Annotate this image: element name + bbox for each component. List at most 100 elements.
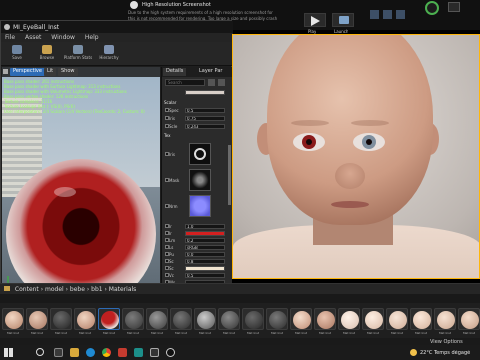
view-options-icon[interactable] bbox=[208, 79, 215, 86]
asset-thumbnail[interactable] bbox=[314, 308, 336, 330]
asset-thumbnail[interactable] bbox=[458, 308, 480, 330]
app-dark-icon[interactable] bbox=[150, 348, 159, 357]
texture-section: Tex bbox=[164, 133, 171, 138]
asset-thumbnail[interactable] bbox=[362, 308, 384, 330]
param-value[interactable]: 0.5 bbox=[185, 108, 225, 113]
window-button-icon[interactable] bbox=[448, 2, 460, 12]
character-brow-right bbox=[351, 120, 389, 126]
breadcrumb-content[interactable]: Content bbox=[15, 286, 39, 293]
compile-icon[interactable] bbox=[383, 10, 392, 19]
asset-thumbnail[interactable] bbox=[2, 308, 24, 330]
param-label: Lm bbox=[169, 238, 176, 243]
material-ball bbox=[125, 311, 143, 329]
search-icon[interactable] bbox=[36, 348, 44, 356]
param-label: Pu bbox=[169, 252, 174, 257]
details-scrollbar[interactable] bbox=[228, 145, 231, 205]
asset-thumbnail[interactable] bbox=[170, 308, 192, 330]
asset-thumbnail[interactable] bbox=[338, 308, 360, 330]
unreal-engine-icon[interactable] bbox=[166, 348, 175, 357]
viewport-menu-icon[interactable] bbox=[3, 69, 8, 74]
asset-thumbnail[interactable] bbox=[434, 308, 456, 330]
iris-color-swatch[interactable] bbox=[185, 231, 225, 236]
mask-texture-thumbnail[interactable] bbox=[189, 169, 211, 191]
play-button[interactable] bbox=[304, 13, 326, 27]
material-ball bbox=[101, 311, 119, 329]
preview-viewport[interactable]: Perspective Lit Show Base pass shader: 2… bbox=[2, 67, 160, 289]
tab-show[interactable]: Show bbox=[58, 68, 78, 76]
menu-window[interactable]: Window bbox=[51, 34, 75, 41]
param-row: Scle 0.243 bbox=[165, 123, 231, 130]
breadcrumb-bb1[interactable]: bb1 bbox=[91, 286, 102, 293]
save-button[interactable]: Save bbox=[3, 44, 31, 64]
asset-thumbnail[interactable] bbox=[194, 308, 216, 330]
task-view-icon[interactable] bbox=[54, 348, 63, 357]
material-ball bbox=[365, 311, 383, 329]
tab-layer-parameters[interactable]: Layer Par bbox=[196, 68, 225, 76]
param-value[interactable]: sRGB bbox=[185, 245, 225, 250]
file-explorer-icon[interactable] bbox=[70, 348, 79, 357]
param-value[interactable]: 0.0 bbox=[185, 252, 225, 257]
asset-thumbnail[interactable] bbox=[146, 308, 168, 330]
iris-texture-thumbnail[interactable] bbox=[189, 143, 211, 165]
windows-start-icon[interactable] bbox=[4, 348, 13, 357]
asset-thumbnail[interactable] bbox=[74, 308, 96, 330]
asset-thumbnail[interactable] bbox=[386, 308, 408, 330]
settings-icon[interactable] bbox=[396, 10, 405, 19]
texture-label: Iris bbox=[169, 152, 176, 157]
folder-icon bbox=[4, 286, 10, 291]
albedo-swatch[interactable] bbox=[185, 90, 225, 95]
save-icon bbox=[12, 45, 22, 54]
asset-label: Mat Inst bbox=[126, 331, 140, 335]
character-mouth bbox=[331, 201, 369, 208]
asset-thumbnail[interactable] bbox=[122, 308, 144, 330]
asset-thumbnail[interactable] bbox=[50, 308, 72, 330]
tab-lit[interactable]: Lit bbox=[44, 68, 57, 76]
edge-icon[interactable] bbox=[86, 348, 95, 357]
asset-thumbnail[interactable] bbox=[218, 308, 240, 330]
asset-label: Mat Inst bbox=[198, 331, 212, 335]
tab-perspective[interactable]: Perspective bbox=[10, 68, 45, 76]
asset-label: Mat Inst bbox=[222, 331, 236, 335]
platform-stats-label: Platform Stats bbox=[63, 55, 93, 60]
texture-label: Nrm bbox=[169, 204, 178, 209]
asset-thumbnail[interactable] bbox=[290, 308, 312, 330]
asset-thumbnail[interactable] bbox=[98, 308, 120, 330]
browse-button[interactable]: Browse bbox=[33, 44, 61, 64]
menu-help[interactable]: Help bbox=[85, 34, 99, 41]
normal-texture-thumbnail[interactable] bbox=[189, 195, 211, 217]
param-value[interactable]: 0.5 bbox=[185, 273, 225, 278]
chrome-icon[interactable] bbox=[102, 348, 111, 357]
asset-label: Mat Inst bbox=[246, 331, 260, 335]
param-label: Sc bbox=[169, 266, 174, 271]
breadcrumb-model[interactable]: model bbox=[45, 286, 64, 293]
asset-thumbnail[interactable] bbox=[410, 308, 432, 330]
details-search-input[interactable]: Search bbox=[165, 79, 205, 86]
breadcrumb-materials[interactable]: Materials bbox=[109, 286, 137, 293]
menu-file[interactable]: File bbox=[5, 34, 15, 41]
app-teal-icon[interactable] bbox=[134, 348, 143, 357]
param-label: Ir bbox=[169, 224, 172, 229]
param-value[interactable]: 0.8 bbox=[185, 259, 225, 264]
level-viewport[interactable] bbox=[232, 34, 480, 279]
param-value[interactable]: 0.2 bbox=[185, 238, 225, 243]
param-value[interactable]: 0.75 bbox=[185, 116, 225, 121]
param-row: Spec 0.5 bbox=[165, 107, 231, 114]
hierarchy-label: Hierarchy bbox=[99, 55, 119, 60]
material-ball bbox=[29, 311, 47, 329]
param-value[interactable]: 1.0 bbox=[185, 224, 225, 229]
asset-thumbnail[interactable] bbox=[26, 308, 48, 330]
menu-asset[interactable]: Asset bbox=[25, 34, 41, 41]
avatar[interactable] bbox=[425, 1, 439, 15]
build-icon[interactable] bbox=[370, 10, 379, 19]
asset-thumbnail[interactable] bbox=[242, 308, 264, 330]
eye-visibility-icon[interactable] bbox=[218, 79, 225, 86]
asset-thumbnail[interactable] bbox=[266, 308, 288, 330]
app-red-icon[interactable] bbox=[118, 348, 127, 357]
breadcrumb-bebe[interactable]: bebe bbox=[70, 286, 85, 293]
hierarchy-button[interactable]: Hierarchy bbox=[95, 44, 123, 64]
param-value[interactable]: 0.243 bbox=[185, 124, 225, 129]
tab-details[interactable]: Details bbox=[163, 68, 187, 76]
launch-button[interactable] bbox=[332, 13, 354, 27]
sclera-color-swatch[interactable] bbox=[185, 266, 225, 271]
platform-stats-button[interactable]: Platform Stats bbox=[61, 44, 95, 64]
